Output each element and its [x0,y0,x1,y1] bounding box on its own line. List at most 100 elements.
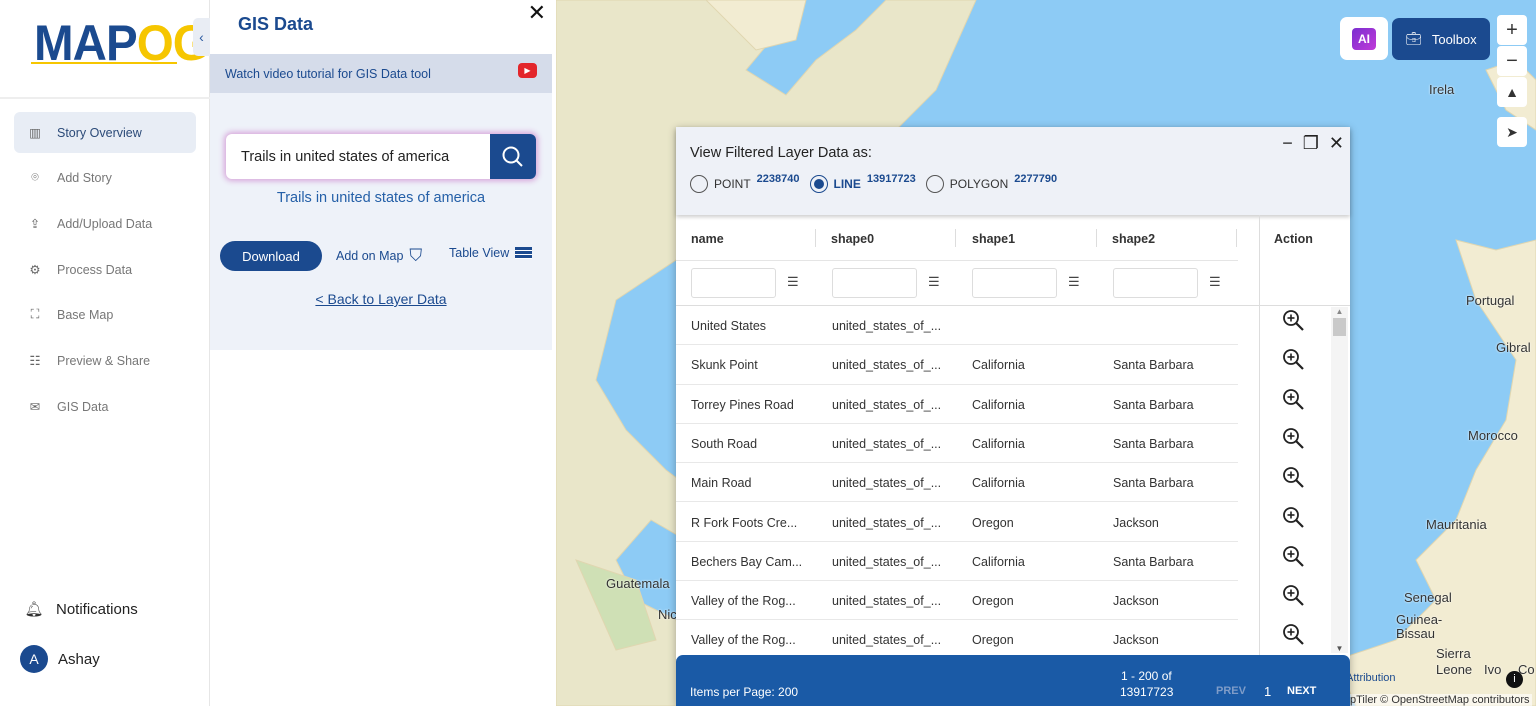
maximize-button[interactable]: ❐ [1303,133,1319,154]
gis-data-panel: GIS Data ✕ Watch video tutorial for GIS D… [210,0,552,350]
zoom-to-feature-icon[interactable] [1282,623,1306,653]
table-cell: Jackson [1113,594,1159,609]
radio-line[interactable] [809,175,828,193]
zoom-out-button[interactable]: − [1497,46,1527,76]
scrollbar[interactable]: ▲ ▼ [1331,307,1348,653]
avatar: A [20,645,48,673]
base-map-icon: ⛶ [30,307,40,321]
map-label: Ivo [1484,662,1502,677]
video-tutorial-link[interactable]: Watch video tutorial for GIS Data tool ▶ [210,54,552,93]
sidebar-item-story-overview[interactable]: ▥ Story Overview [14,112,196,153]
filter-icon[interactable]: ☰ [787,274,799,290]
pagination-footer: Items per Page: 200 1 - 200 of 13917723 … [676,655,1350,706]
sidebar-item-label: Story Overview [57,125,142,140]
search-icon [502,146,523,167]
table-row[interactable]: R Fork Foots Cre... united_states_of_... O… [676,503,1238,542]
zoom-to-feature-icon[interactable] [1282,545,1306,575]
back-to-layer-data-link[interactable]: < Back to Layer Data [210,291,552,307]
radio-point[interactable] [690,175,708,193]
filter-input-shape1[interactable] [972,268,1057,298]
filter-input-shape2[interactable] [1113,268,1198,298]
table-view-button[interactable]: Table View [449,246,533,260]
column-header-shape0[interactable]: shape0 [831,232,874,246]
zoom-to-feature-icon[interactable] [1282,388,1306,418]
sidebar-item-gis-data[interactable]: ✉ GIS Data [14,386,196,427]
sidebar-item-preview-share[interactable]: ☷ Preview & Share [14,340,196,381]
radio-polygon[interactable] [925,175,944,193]
table-row[interactable]: Main Road united_states_of_... California S… [676,463,1238,503]
map-pin-icon: ⛉ [409,246,423,265]
compass-button[interactable]: ▲ [1497,77,1527,107]
polygon-label: POLYGON [949,177,1009,191]
table-row[interactable]: Torrey Pines Road united_states_of_... Cal… [676,385,1238,424]
map-label: Irela [1429,82,1455,97]
sidebar-item-add-upload-data[interactable]: ⇪ Add/Upload Data [14,203,196,244]
notifications-button[interactable]: 🔔︎ Notifications [20,600,137,619]
filter-icon[interactable]: ☰ [928,274,940,290]
zoom-to-feature-icon[interactable] [1282,427,1306,457]
ai-assistant-button[interactable]: AI [1340,17,1388,60]
table-row[interactable]: Valley of the Rog... united_states_of_...… [676,620,1238,660]
map-label: Sierra [1436,646,1471,661]
zoom-to-feature-icon[interactable] [1282,506,1306,536]
briefcase-icon: 💼︎ [1405,31,1422,46]
scrollbar-thumb[interactable] [1333,318,1346,336]
table-cell: united_states_of_... [832,436,942,451]
prev-button[interactable]: PREV [1216,685,1246,697]
map-label: Nic [658,607,677,622]
compass-icon: ▲ [1505,84,1519,100]
filter-input-name[interactable] [691,268,776,298]
table-cell: united_states_of_... [832,358,942,373]
map-label: Leone [1436,662,1473,677]
table-row[interactable]: Valley of the Rog... united_states_of_...… [676,581,1238,621]
table-cell: united_states_of_... [832,397,942,412]
sidebar-item-base-map[interactable]: ⛶ Base Map [14,294,196,335]
table-icon [515,247,533,259]
geolocate-button[interactable]: ➤ [1497,117,1527,147]
table-cell: California [972,476,1025,491]
search-button[interactable] [490,134,536,179]
map-label: Senegal [1404,590,1452,605]
column-header-shape2[interactable]: shape2 [1112,232,1155,246]
column-header-shape1[interactable]: shape1 [972,232,1015,246]
filter-icon[interactable]: ☰ [1209,274,1221,290]
gis-data-icon: ✉ [29,400,41,414]
next-button[interactable]: NEXT [1287,685,1316,697]
table-view-label: Table View [449,246,510,260]
table-row[interactable]: Skunk Point united_states_of_... Californi… [676,345,1238,385]
table-cell: Oregon [972,594,1014,609]
collapse-sidebar-button[interactable]: ‹ [193,18,210,56]
sidebar-item-process-data[interactable]: ⚙ Process Data [14,249,196,290]
info-icon[interactable]: i [1506,671,1523,688]
table-cell: United States [691,319,767,333]
panel-title: GIS Data [238,14,314,34]
sidebar-item-add-story[interactable]: ⌾ Add Story [14,157,196,198]
zoom-to-feature-icon[interactable] [1282,584,1306,614]
toolbox-button[interactable]: 💼︎ Toolbox [1392,18,1490,60]
download-button[interactable]: Download [220,241,322,271]
divider [1096,229,1097,247]
search-input[interactable] [226,134,490,179]
items-per-page[interactable]: Items per Page: 200 [690,685,798,699]
table-cell: Santa Barbara [1113,397,1194,412]
sidebar-item-label: Process Data [57,262,133,277]
table-row[interactable]: Bechers Bay Cam... united_states_of_... Ca… [676,542,1238,582]
minimize-button[interactable]: − [1282,133,1293,154]
add-on-map-button[interactable]: Add on Map ⛉ [336,246,422,266]
column-header-name[interactable]: name [691,232,724,246]
filter-input-shape0[interactable] [832,268,917,298]
zoom-to-feature-icon[interactable] [1282,466,1306,496]
close-panel-button[interactable]: ✕ [528,0,546,26]
table-cell: Main Road [691,476,752,491]
table-row[interactable]: United States united_states_of_... [676,306,1238,346]
filter-icon[interactable]: ☰ [1068,274,1080,290]
close-dialog-button[interactable]: ✕ [1329,133,1344,154]
attribution-link[interactable]: Attribution [1346,672,1396,684]
zoom-to-feature-icon[interactable] [1282,309,1306,339]
table-cell: united_states_of_... [832,554,942,569]
table-cell: united_states_of_... [832,594,942,609]
zoom-to-feature-icon[interactable] [1282,348,1306,378]
table-row[interactable]: South Road united_states_of_... California… [676,424,1238,464]
user-profile[interactable]: A Ashay [20,645,100,673]
zoom-in-button[interactable]: + [1497,15,1527,45]
